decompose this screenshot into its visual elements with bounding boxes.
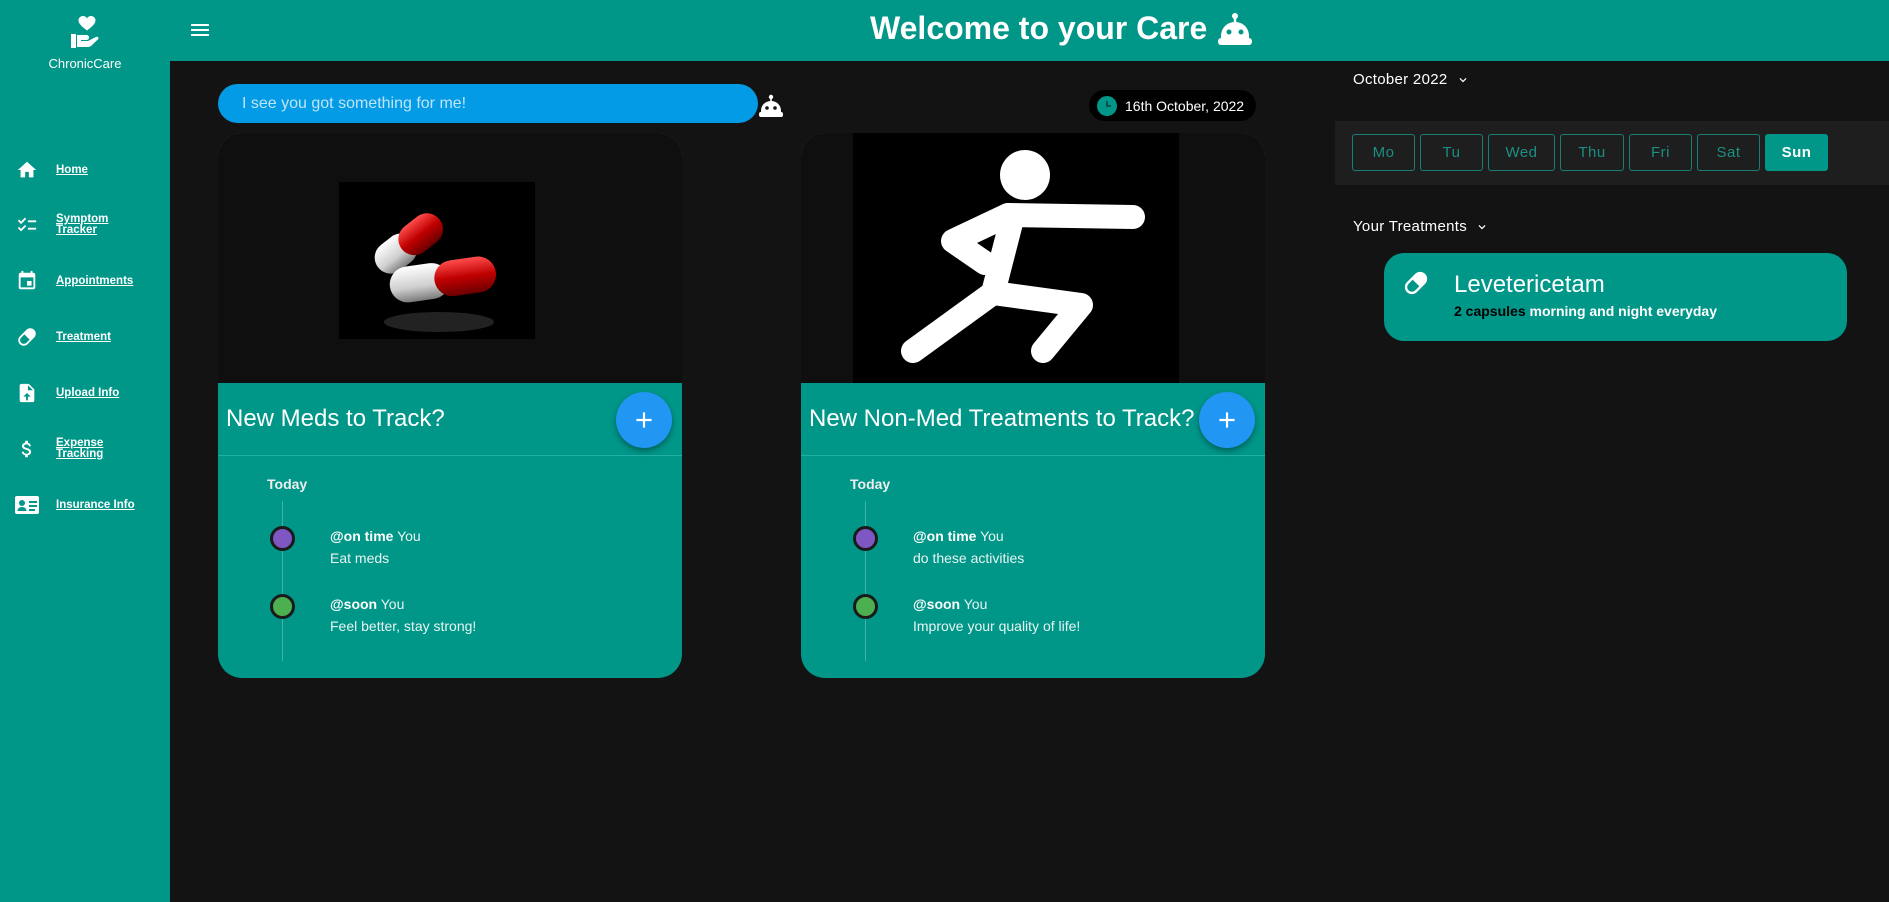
right-panel: October 2022 Mo Tu Wed Thu Fri Sat Sun Y… xyxy=(1335,61,1889,902)
timeline-item: @soon You Improve your quality of life! xyxy=(913,593,1080,637)
sidebar-item-label: Insurance Info xyxy=(56,498,135,511)
sidebar-item-label: Treatment xyxy=(56,330,111,343)
sidebar-item-symptom-tracker[interactable]: Symptom Tracker xyxy=(0,205,170,245)
treatments-dropdown[interactable]: Your Treatments xyxy=(1353,218,1489,235)
pill-icon xyxy=(14,324,40,350)
timeline-tag: @on time xyxy=(330,528,394,544)
page-title-text: Welcome to your Care xyxy=(870,10,1208,46)
sidebar-item-treatment[interactable]: Treatment xyxy=(0,317,170,357)
timeline-dot xyxy=(270,594,295,619)
home-icon xyxy=(14,157,40,183)
day-button-tu[interactable]: Tu xyxy=(1420,134,1483,171)
divider xyxy=(218,455,682,456)
card-title: New Non-Med Treatments to Track? xyxy=(809,405,1195,432)
meds-card: New Meds to Track? Today @on time You Ea… xyxy=(218,133,682,678)
treatments-heading: Your Treatments xyxy=(1353,218,1468,235)
add-med-button[interactable] xyxy=(616,392,672,448)
calendar-icon xyxy=(14,268,40,294)
plus-icon xyxy=(636,412,652,428)
pill-icon xyxy=(1404,271,1428,295)
menu-icon[interactable] xyxy=(188,18,212,42)
clock-icon xyxy=(1097,95,1117,116)
timeline-item: @soon You Feel better, stay strong! xyxy=(330,593,476,637)
divider xyxy=(801,455,1265,456)
sidebar: ChronicCare Home Symptom Tracker Appoint… xyxy=(0,0,170,902)
treatment-frequency: morning and night everyday xyxy=(1529,303,1717,319)
checklist-icon xyxy=(14,212,40,238)
page-title: Welcome to your Care xyxy=(870,10,1253,47)
day-button-sun[interactable]: Sun xyxy=(1765,134,1828,171)
timeline-tag: @soon xyxy=(330,596,378,612)
day-button-fri[interactable]: Fri xyxy=(1629,134,1692,171)
sidebar-item-appointments[interactable]: Appointments xyxy=(0,261,170,301)
timeline-item: @on time You Eat meds xyxy=(330,525,421,569)
treatment-name: Levetericetam xyxy=(1454,271,1605,298)
timeline-dot xyxy=(270,526,295,551)
timeline-who: You xyxy=(963,596,988,612)
timeline-line xyxy=(865,501,866,661)
plus-icon xyxy=(1219,412,1235,428)
id-card-icon xyxy=(14,492,40,518)
chevron-down-icon xyxy=(1459,77,1466,82)
treatment-card[interactable]: Levetericetam 2 capsules morning and nig… xyxy=(1384,253,1847,341)
timeline-heading: Today xyxy=(850,476,891,492)
timeline-text: Eat meds xyxy=(330,550,390,566)
day-button-sat[interactable]: Sat xyxy=(1697,134,1760,171)
sidebar-item-label: Symptom Tracker xyxy=(56,213,109,236)
sidebar-item-label: Home xyxy=(56,163,88,176)
timeline-text: Improve your quality of life! xyxy=(913,618,1081,634)
chat-input[interactable] xyxy=(218,84,758,123)
current-date: 16th October, 2022 xyxy=(1125,97,1245,114)
date-badge: 16th October, 2022 xyxy=(1089,90,1257,121)
month-label: October 2022 xyxy=(1353,71,1448,88)
timeline-who: You xyxy=(380,596,405,612)
day-button-wed[interactable]: Wed xyxy=(1488,134,1555,171)
timeline-who: You xyxy=(980,528,1004,544)
running-person-image xyxy=(853,133,1179,383)
sidebar-item-label: Upload Info xyxy=(56,386,120,399)
sidebar-item-insurance-info[interactable]: Insurance Info xyxy=(0,485,170,525)
chevron-down-icon xyxy=(1478,224,1486,229)
brand-name: ChronicCare xyxy=(48,56,122,71)
timeline-line xyxy=(282,501,283,661)
treatment-dose: 2 capsules xyxy=(1454,303,1526,319)
timeline-dot xyxy=(853,594,878,619)
timeline-heading: Today xyxy=(267,476,308,492)
dollar-icon xyxy=(14,436,40,462)
add-treatment-button[interactable] xyxy=(1199,392,1255,448)
non-med-card: New Non-Med Treatments to Track? Today @… xyxy=(801,133,1265,678)
day-button-thu[interactable]: Thu xyxy=(1560,134,1624,171)
top-app-bar: Welcome to your Care xyxy=(170,0,1889,61)
month-dropdown[interactable]: October 2022 xyxy=(1353,71,1470,88)
timeline-who: You xyxy=(397,528,421,544)
week-day-selector: Mo Tu Wed Thu Fri Sat Sun xyxy=(1335,121,1889,185)
card-media xyxy=(218,133,682,383)
brand[interactable]: ChronicCare xyxy=(0,12,170,71)
sidebar-item-expense-tracking[interactable]: Expense Tracking xyxy=(0,429,170,469)
card-media xyxy=(801,133,1265,383)
timeline-dot xyxy=(853,526,878,551)
timeline-text: Feel better, stay strong! xyxy=(330,618,477,634)
sidebar-item-home[interactable]: Home xyxy=(0,150,170,190)
robot-icon xyxy=(1218,12,1253,45)
timeline-text: do these activities xyxy=(913,550,1025,566)
sidebar-item-upload-info[interactable]: Upload Info xyxy=(0,373,170,413)
file-upload-icon xyxy=(14,380,40,406)
capsules-image xyxy=(339,182,535,339)
sidebar-item-label: Expense Tracking xyxy=(56,437,104,460)
sidebar-item-label: Appointments xyxy=(56,274,134,287)
card-title: New Meds to Track? xyxy=(226,405,445,432)
timeline-item: @on time You do these activities xyxy=(913,525,1024,569)
timeline-tag: @on time xyxy=(913,528,977,544)
timeline-tag: @soon xyxy=(913,596,961,612)
treatment-schedule: 2 capsules morning and night everyday xyxy=(1454,303,1717,319)
day-button-mo[interactable]: Mo xyxy=(1352,134,1415,171)
robot-icon[interactable] xyxy=(758,94,784,118)
heart-hand-icon xyxy=(71,16,99,48)
